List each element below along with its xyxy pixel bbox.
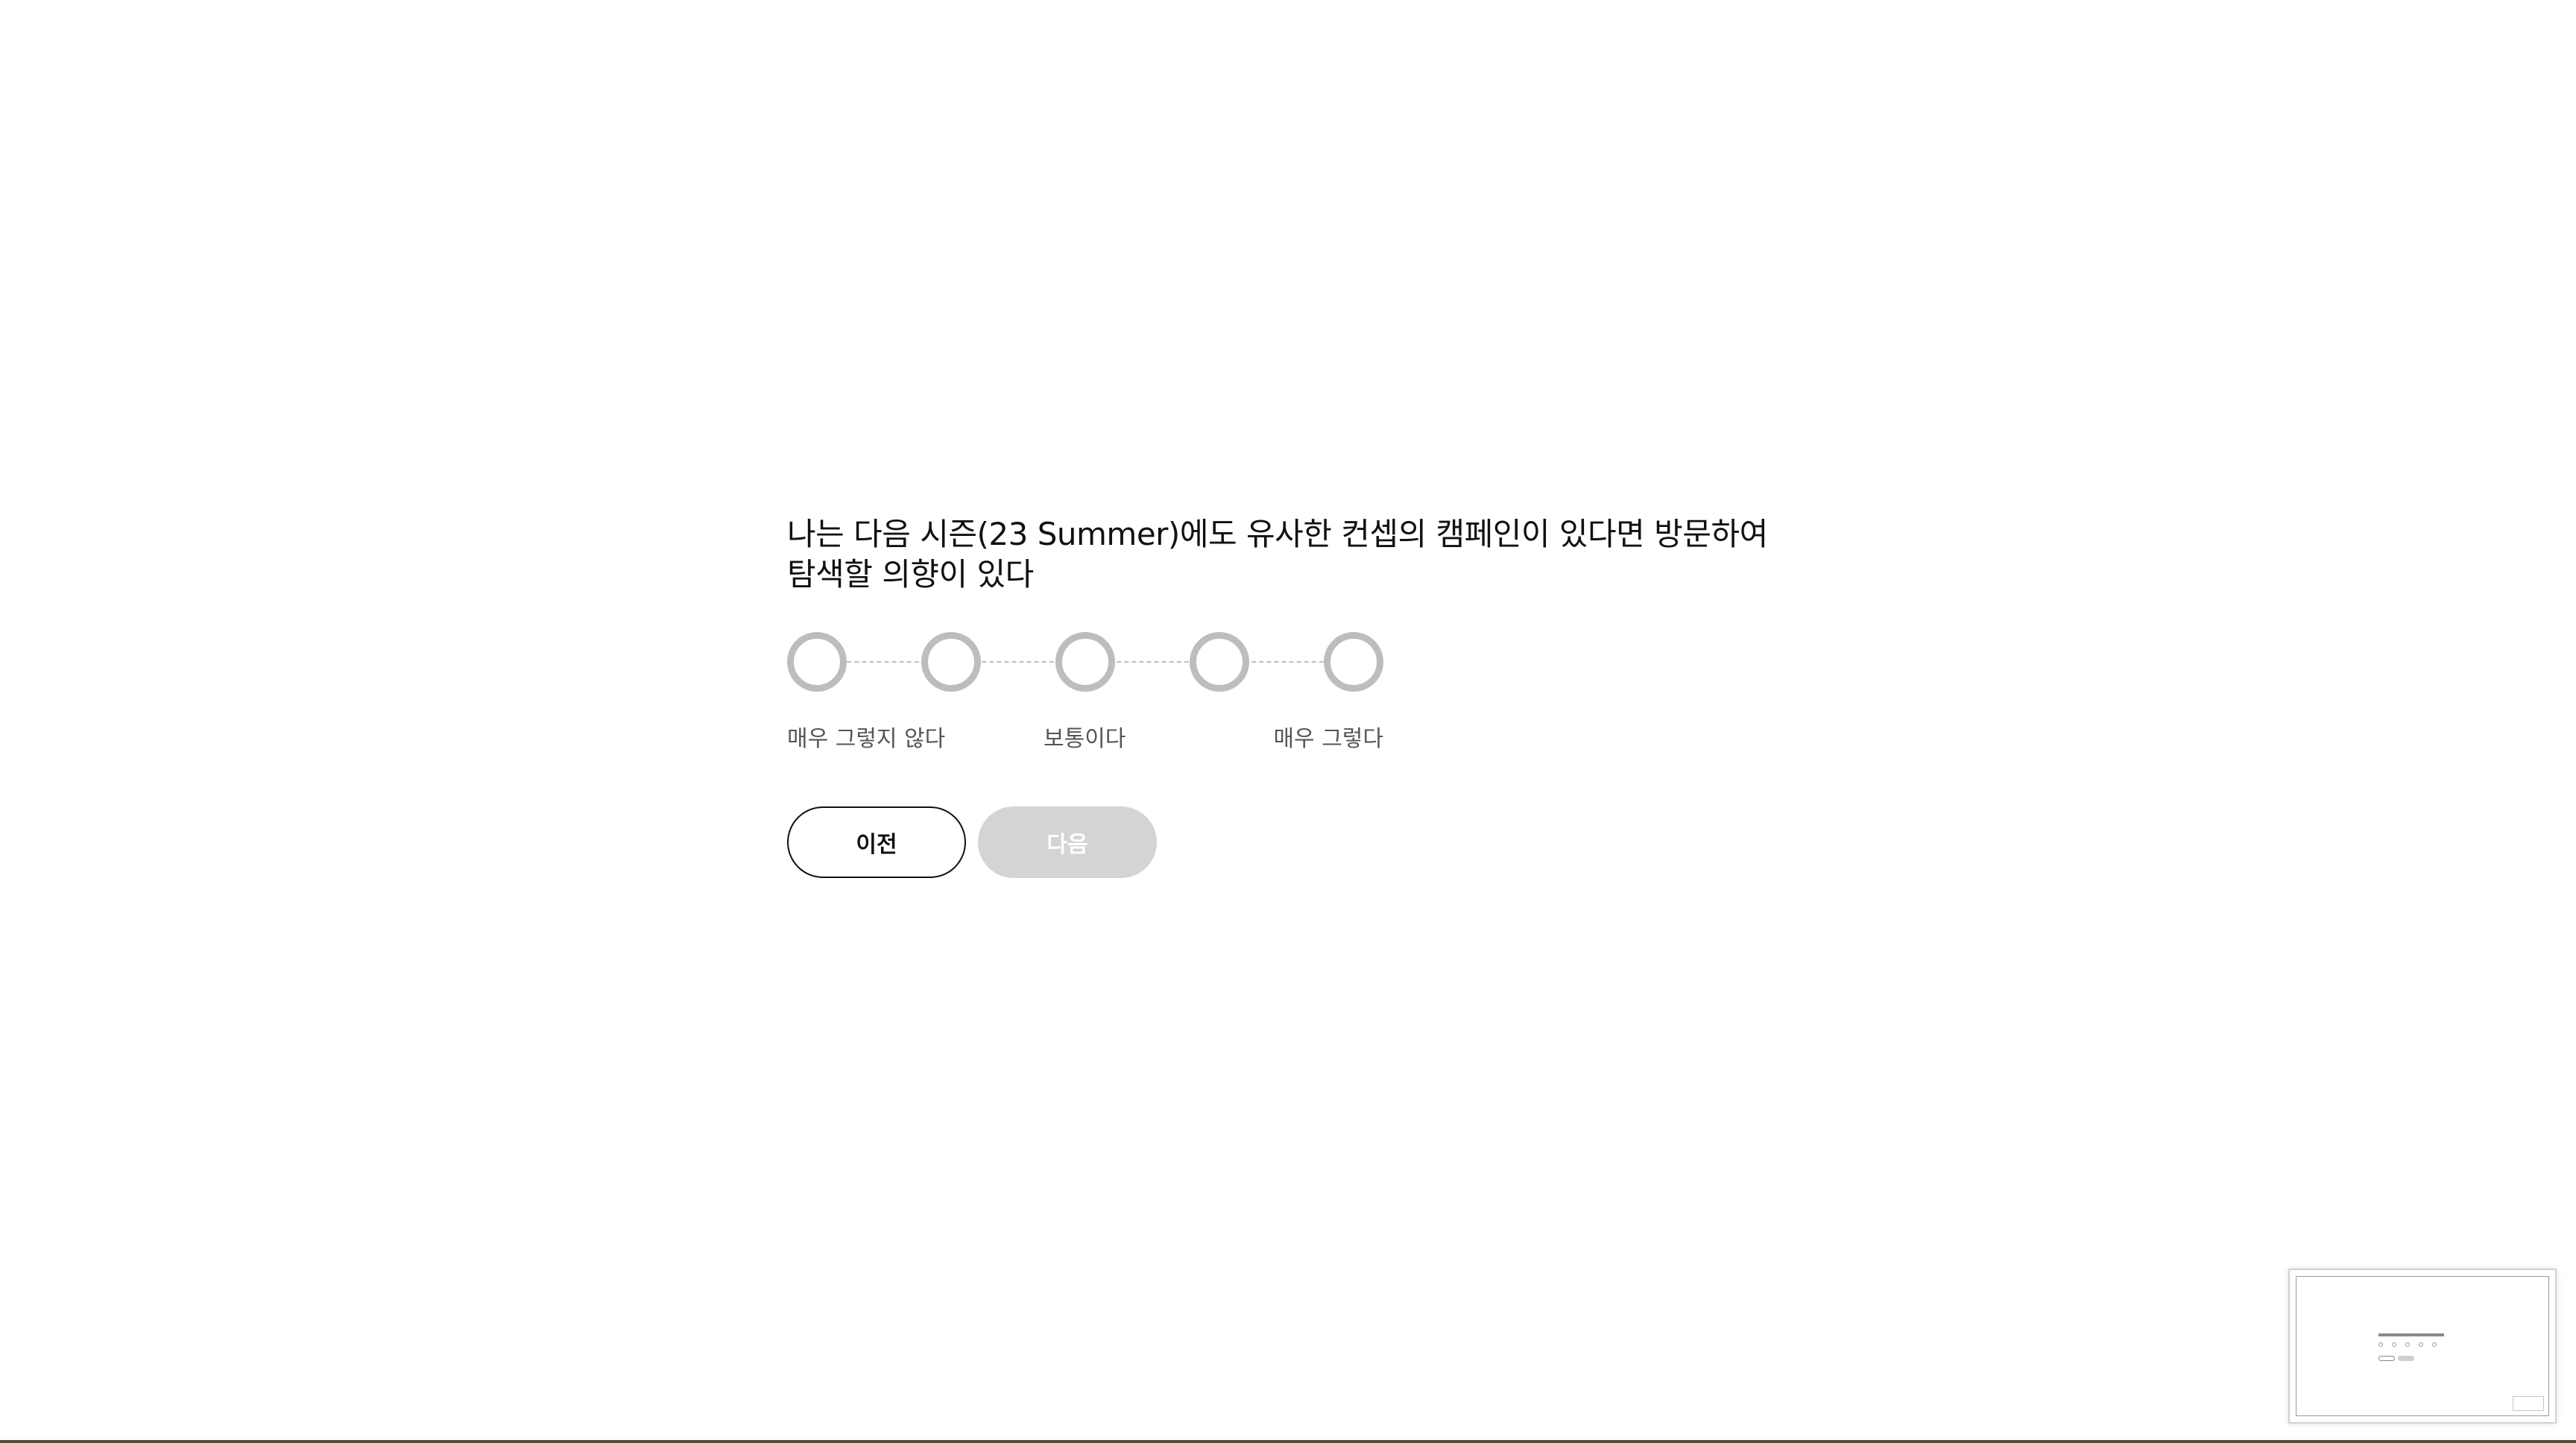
- scale-labels: 매우 그렇지 않다 보통이다 매우 그렇다: [787, 720, 1383, 752]
- minimap-button: [2378, 1356, 2395, 1361]
- minimap-button: [2398, 1356, 2414, 1361]
- likert-scale: [787, 632, 1383, 692]
- question-text: 나는 다음 시즌(23 Summer)에도 유사한 컨셉의 캠페인이 있다면 방…: [787, 516, 1768, 593]
- minimap-dot: [2392, 1342, 2396, 1347]
- minimap-content-preview: [2378, 1333, 2446, 1363]
- survey-page: 나는 다음 시즌(23 Summer)에도 유사한 컨셉의 캠페인이 있다면 방…: [0, 0, 2576, 1443]
- scale-label-mid: 보통이다: [1044, 726, 1126, 752]
- scale-option-3[interactable]: [1055, 632, 1115, 692]
- scale-option-5[interactable]: [1324, 632, 1383, 692]
- minimap-dot: [2378, 1342, 2383, 1347]
- page-minimap[interactable]: [2288, 1269, 2557, 1424]
- scale-option-4[interactable]: [1190, 632, 1249, 692]
- question-block: 나는 다음 시즌(23 Summer)에도 유사한 컨셉의 캠페인이 있다면 방…: [787, 514, 1801, 878]
- minimap-dot: [2419, 1342, 2423, 1347]
- minimap-page-preview: [2296, 1276, 2549, 1416]
- prev-button[interactable]: 이전: [787, 806, 966, 878]
- scale-label-high: 매우 그렇다: [1273, 726, 1383, 752]
- scale-option-1[interactable]: [787, 632, 847, 692]
- window-bottom-edge: [0, 1440, 2576, 1443]
- scale-option-2[interactable]: [921, 632, 981, 692]
- next-button[interactable]: 다음: [978, 806, 1157, 878]
- navigation-buttons: 이전 다음: [787, 806, 1801, 878]
- minimap-dot: [2432, 1342, 2437, 1347]
- minimap-question-line: [2378, 1333, 2444, 1336]
- minimap-dot: [2405, 1342, 2410, 1347]
- minimap-viewport-indicator[interactable]: [2513, 1396, 2544, 1411]
- scale-label-low: 매우 그렇지 않다: [787, 726, 946, 752]
